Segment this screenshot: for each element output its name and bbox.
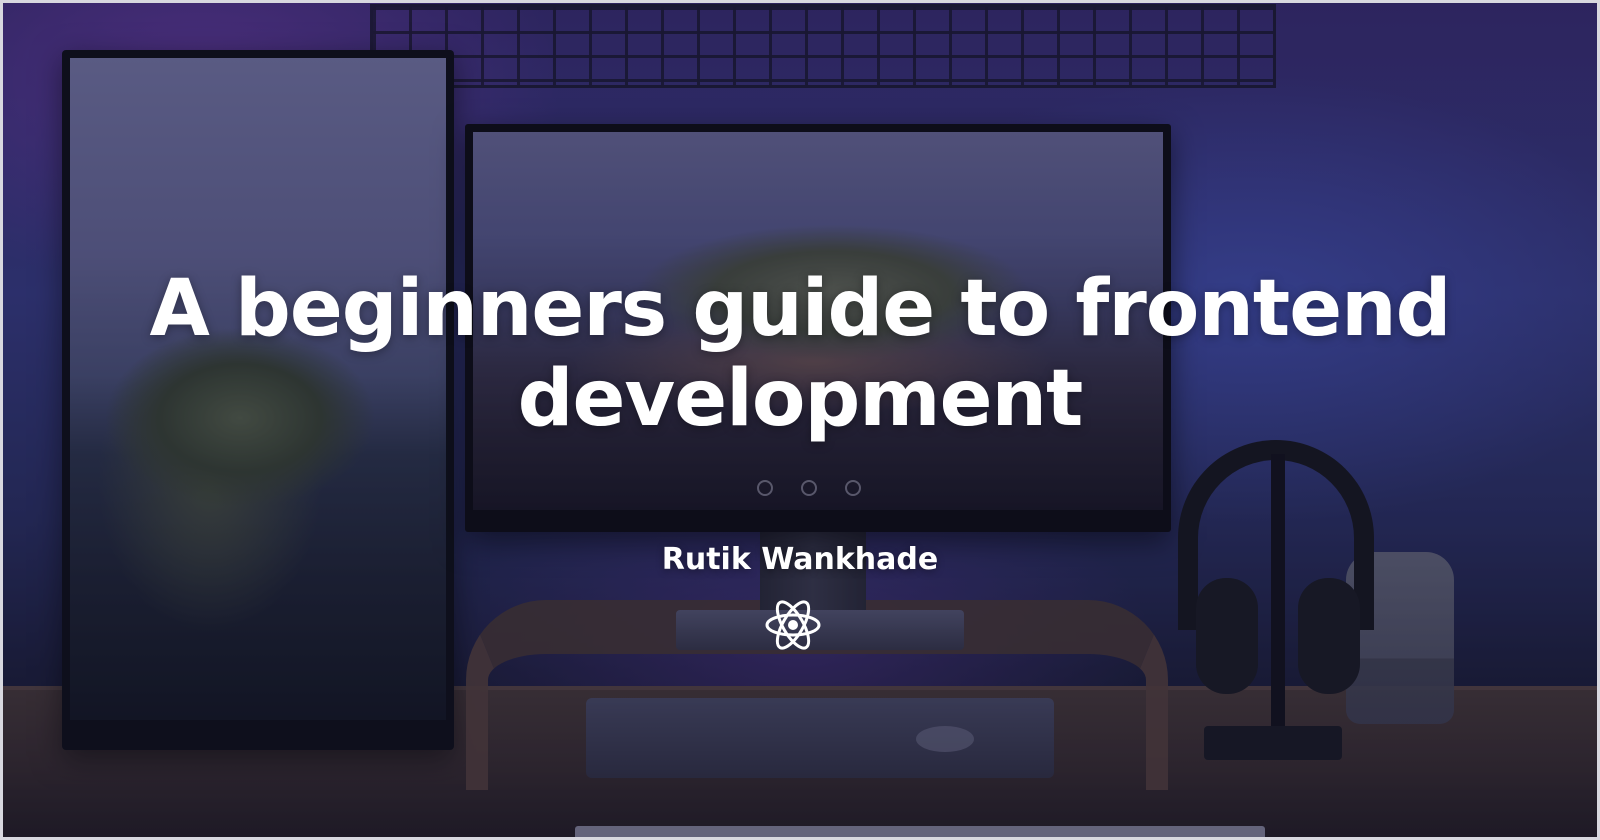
react-icon bbox=[765, 600, 821, 650]
author-name: Rutik Wankhade bbox=[661, 542, 939, 577]
cover-image: A beginners guide to frontend developmen… bbox=[0, 0, 1600, 840]
article-title: A beginners guide to frontend developmen… bbox=[149, 264, 1452, 444]
